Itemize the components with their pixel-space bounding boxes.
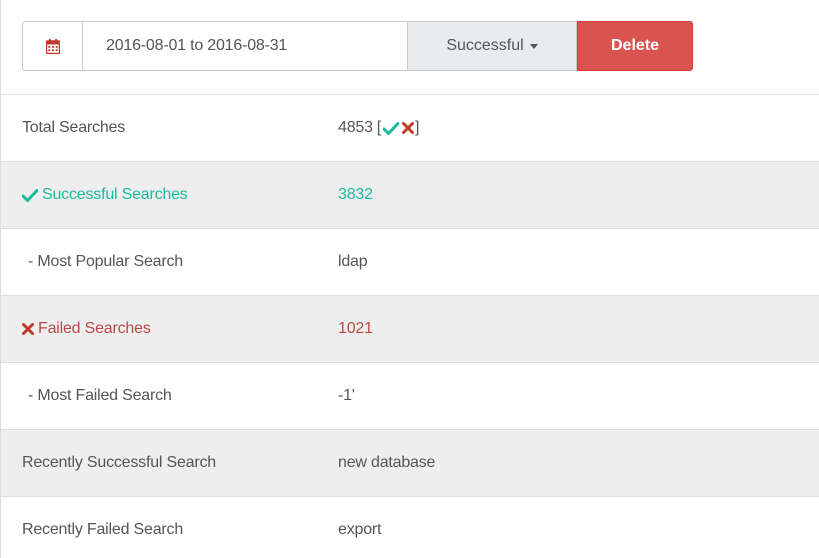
date-range-input[interactable]: 2016-08-01 to 2016-08-31 xyxy=(82,21,408,71)
search-stats-panel: 2016-08-01 to 2016-08-31 Successful Dele… xyxy=(0,0,819,558)
row-label: Total Searches xyxy=(22,119,126,136)
row-label: - Most Popular Search xyxy=(28,253,183,270)
most-failed-value: -1' xyxy=(338,387,355,404)
row-label: Recently Failed Search xyxy=(22,521,184,538)
toolbar: 2016-08-01 to 2016-08-31 Successful Dele… xyxy=(1,0,819,95)
cross-icon xyxy=(402,122,415,134)
row-label-cell: Successful Searches xyxy=(22,162,188,228)
total-value: 4853 xyxy=(338,119,373,136)
calendar-addon[interactable] xyxy=(22,21,82,71)
bracket-close: ] xyxy=(415,119,420,136)
table-row-total: Total Searches 4853 [ ] xyxy=(1,95,819,162)
check-icon xyxy=(22,188,38,202)
table-row-recent-success: Recently Successful Search new database xyxy=(1,430,819,497)
row-label: - Most Failed Search xyxy=(28,387,172,404)
total-value-cell: 4853 [ ] xyxy=(338,95,420,161)
table-row-most-popular: - Most Popular Search ldap xyxy=(1,229,819,296)
stats-table: Total Searches 4853 [ ] Successful Searc… xyxy=(1,95,819,558)
date-filter-group: 2016-08-01 to 2016-08-31 Successful Dele… xyxy=(22,21,693,71)
successful-value: 3832 xyxy=(338,186,373,203)
table-row-successful: Successful Searches 3832 xyxy=(1,162,819,229)
status-filter-dropdown[interactable]: Successful xyxy=(408,21,577,71)
most-popular-value: ldap xyxy=(338,253,368,270)
table-row-recent-failed: Recently Failed Search export xyxy=(1,497,819,558)
bracket-open: [ xyxy=(376,119,382,136)
row-label-cell: Failed Searches xyxy=(22,296,151,362)
date-range-value: 2016-08-01 to 2016-08-31 xyxy=(106,37,288,54)
calendar-icon xyxy=(45,38,60,54)
failed-value: 1021 xyxy=(338,320,373,337)
cross-icon xyxy=(22,323,34,335)
table-row-most-failed: - Most Failed Search -1' xyxy=(1,363,819,430)
row-label: Failed Searches xyxy=(38,320,151,337)
delete-button[interactable]: Delete xyxy=(577,21,693,71)
delete-button-label: Delete xyxy=(610,37,660,54)
row-label: Successful Searches xyxy=(42,186,188,203)
recent-success-value: new database xyxy=(338,454,436,471)
row-label: Recently Successful Search xyxy=(22,454,217,471)
status-filter-label: Successful xyxy=(446,37,524,54)
recent-failed-value: export xyxy=(338,521,382,538)
caret-down-icon xyxy=(529,43,538,49)
check-icon xyxy=(383,121,400,135)
table-row-failed: Failed Searches 1021 xyxy=(1,296,819,363)
